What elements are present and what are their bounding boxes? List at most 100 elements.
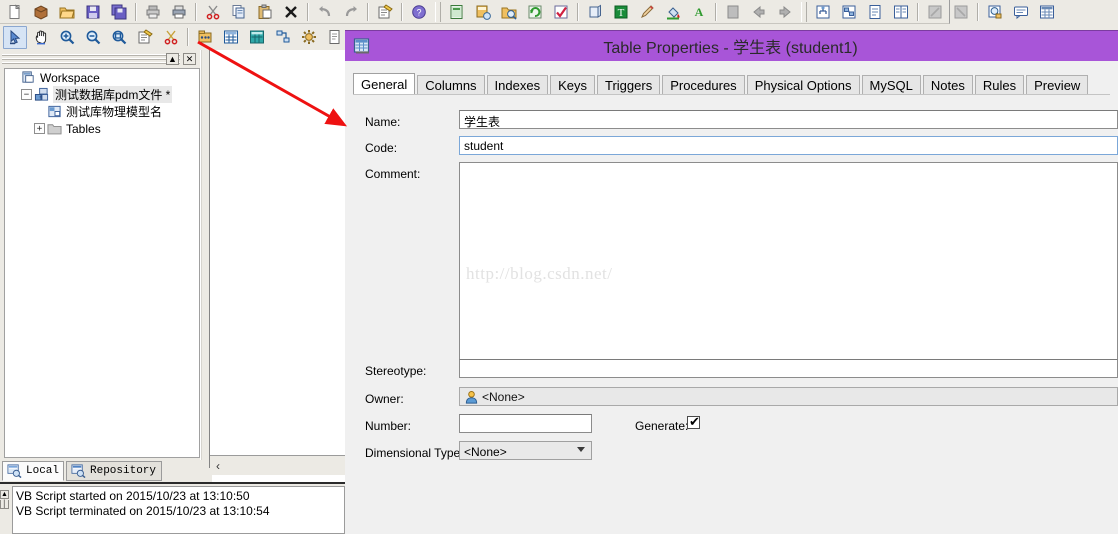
dialog-titlebar[interactable]: Table Properties - 学生表 (student1) (345, 31, 1118, 61)
output-log-text[interactable]: VB Script started on 2015/10/23 at 13:10… (12, 486, 345, 534)
undo-icon[interactable] (313, 0, 337, 23)
new-icon[interactable] (3, 0, 27, 23)
panel-drag-grip[interactable] (2, 54, 180, 64)
tree-item-2[interactable]: 测试库物理模型名 (5, 103, 199, 120)
browser-splitter[interactable] (201, 50, 209, 468)
arrow-left-icon[interactable] (747, 0, 771, 23)
preview-icon[interactable] (983, 0, 1007, 23)
merge-left-icon[interactable] (923, 0, 947, 23)
dialog-tab-triggers[interactable]: Triggers (597, 75, 661, 95)
check-model-icon[interactable] (549, 0, 573, 23)
tab-repository[interactable]: Repository (66, 461, 162, 481)
toolbar-separator (307, 2, 309, 21)
code-input[interactable]: student (459, 136, 1118, 155)
dialog-tab-keys[interactable]: Keys (550, 75, 595, 95)
grid-icon[interactable] (1035, 0, 1059, 23)
properties-icon[interactable] (373, 0, 397, 23)
delete-icon[interactable] (279, 0, 303, 23)
tab-local[interactable]: Local (2, 461, 64, 481)
dialog-tab-physical-options[interactable]: Physical Options (746, 75, 860, 95)
hand-icon[interactable] (29, 26, 53, 49)
dialog-tab-indexes[interactable]: Indexes (486, 75, 549, 95)
name-input[interactable]: 学生表 (459, 110, 1118, 129)
dimensional-type-select[interactable]: <None> (459, 441, 592, 460)
file-icon[interactable] (323, 26, 347, 49)
tree-item-1[interactable]: − 测试数据库pdm文件 * (5, 86, 199, 103)
save-icon[interactable] (81, 0, 105, 23)
print-preview-icon[interactable] (141, 0, 165, 23)
comment-textarea[interactable]: http://blog.csdn.net/ (459, 162, 1118, 360)
canvas-collapse-bar[interactable]: ‹ (210, 455, 345, 475)
reference-icon[interactable] (271, 26, 295, 49)
tree-item-label: 测试数据库pdm文件 * (53, 86, 173, 103)
merge-right-icon[interactable] (949, 0, 973, 23)
mapping-icon[interactable] (837, 0, 861, 23)
new-model-icon[interactable] (445, 0, 469, 23)
delete-scissors-icon[interactable] (159, 26, 183, 49)
zoom-out-icon[interactable] (81, 26, 105, 49)
refresh-icon[interactable] (523, 0, 547, 23)
page-icon[interactable] (721, 0, 745, 23)
owner-field[interactable]: <None> (459, 387, 1118, 406)
default-shape-icon[interactable] (583, 0, 607, 23)
expand-expander-icon[interactable]: + (34, 123, 45, 134)
fill-color-icon[interactable] (661, 0, 685, 23)
view-icon[interactable] (245, 26, 269, 49)
pointer-icon[interactable] (3, 25, 27, 49)
pencil-icon[interactable] (635, 0, 659, 23)
dialog-tab-rules[interactable]: Rules (974, 75, 1025, 95)
canvas-collapse-chevron[interactable]: ‹ (216, 459, 220, 473)
compare-models-icon[interactable] (889, 0, 913, 23)
panel-collapse-button[interactable]: ▲ (166, 53, 179, 65)
dialog-tab-columns[interactable]: Columns (417, 75, 485, 95)
tree-item-3[interactable]: + Tables (5, 120, 199, 137)
toolbar-grip[interactable] (801, 1, 807, 22)
object-browser-tree[interactable]: Workspace − 测试数据库pdm文件 * 测试库物理模型名 + Tables (4, 68, 200, 458)
dialog-body: General Columns Indexes Keys Triggers Procedu… (345, 61, 1118, 534)
table-icon[interactable] (219, 26, 243, 49)
paste-icon[interactable] (253, 0, 277, 23)
copy-icon[interactable] (227, 0, 251, 23)
table-properties-icon (353, 37, 371, 55)
reverse-engineer-icon[interactable] (497, 0, 521, 23)
zoom-in-icon[interactable] (55, 26, 79, 49)
procedure-icon[interactable] (297, 26, 321, 49)
open-icon[interactable] (55, 0, 79, 23)
output-scroll-down-button[interactable]: │ (0, 500, 9, 509)
generate-checkbox[interactable]: ✔ (687, 415, 700, 429)
dialog-tab-procedures[interactable]: Procedures (662, 75, 745, 95)
tree-item-0[interactable]: Workspace (5, 69, 199, 86)
help-icon[interactable]: ? (407, 0, 431, 23)
text-format-icon[interactable]: T (609, 0, 633, 23)
panel-close-button[interactable]: ✕ (183, 53, 196, 65)
toolbar-grip[interactable] (435, 1, 441, 22)
zoom-area-icon[interactable] (107, 26, 131, 49)
stereotype-input[interactable] (459, 359, 1118, 378)
dialog-tab-preview[interactable]: Preview (1026, 75, 1089, 95)
dialog-tab-mysql[interactable]: MySQL (861, 75, 921, 95)
diagram-toolbar (0, 24, 394, 50)
font-color-icon[interactable]: A (687, 0, 711, 23)
dialog-tab-general[interactable]: General (353, 73, 416, 95)
redo-icon[interactable] (339, 0, 363, 23)
toolbar-separator (195, 2, 197, 21)
tree-connector (8, 72, 19, 83)
cut-icon[interactable] (201, 0, 225, 23)
comment-icon[interactable] (1009, 0, 1033, 23)
tree-item-label: 测试库物理模型名 (66, 105, 163, 119)
diagram-canvas[interactable] (209, 50, 345, 468)
package-icon[interactable] (193, 26, 217, 49)
collapse-expander-icon[interactable]: − (21, 89, 32, 100)
output-scroll-up-button[interactable]: ▲ (0, 490, 9, 499)
list-report-icon[interactable] (863, 0, 887, 23)
dependency-icon[interactable] (811, 0, 835, 23)
save-all-icon[interactable] (107, 0, 131, 23)
new-package-icon[interactable] (29, 0, 53, 23)
print-icon[interactable] (167, 0, 191, 23)
generate-icon[interactable] (471, 0, 495, 23)
owner-value: <None> (482, 390, 525, 404)
arrow-right-icon[interactable] (773, 0, 797, 23)
properties-icon[interactable] (133, 26, 157, 49)
number-input[interactable] (459, 414, 592, 433)
dialog-tab-notes[interactable]: Notes (922, 75, 973, 95)
